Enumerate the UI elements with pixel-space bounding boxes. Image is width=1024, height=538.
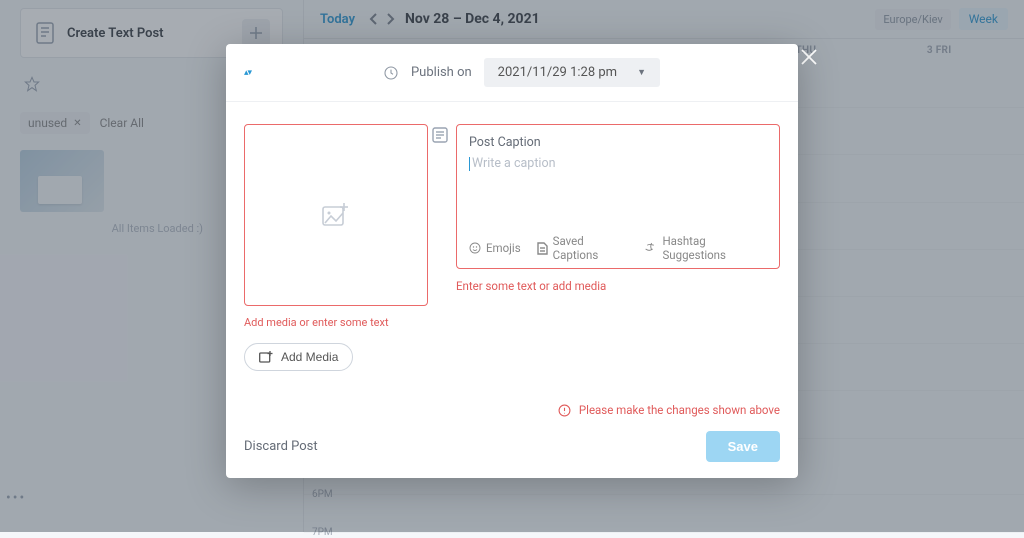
hashtag-suggestions-tool[interactable]: Hashtag Suggestions [644,234,767,262]
emojis-label: Emojis [486,241,521,255]
hashtag-icon [644,242,657,255]
modal-header: ▴▾ Publish on 2021/11/29 1:28 pm ▼ [226,44,798,102]
save-button[interactable]: Save [706,431,780,462]
modal-footer: Discard Post Save [226,417,798,478]
emojis-tool[interactable]: Emojis [469,241,521,255]
media-dropzone[interactable] [244,124,428,306]
brand-mark-icon: ▴▾ [244,68,251,78]
caption-icon [432,127,448,143]
modal-alert: Please make the changes shown above [226,375,798,417]
add-media-icon [259,351,273,363]
hashtag-suggestions-label: Hashtag Suggestions [662,234,767,262]
modal-overlay: ▴▾ Publish on 2021/11/29 1:28 pm ▼ [0,0,1024,532]
add-media-button[interactable]: Add Media [244,343,353,371]
saved-captions-icon [537,242,548,255]
clock-icon [383,65,399,81]
caption-placeholder: Write a caption [472,156,555,171]
alert-icon [558,404,571,417]
caption-input[interactable]: Write a caption [469,156,767,234]
text-cursor [469,157,470,171]
media-error-text: Add media or enter some text [244,316,428,329]
close-modal-button[interactable] [800,48,818,66]
add-media-label: Add Media [281,350,338,364]
caption-title: Post Caption [469,135,767,150]
caret-down-icon: ▼ [637,67,646,78]
compose-post-modal: ▴▾ Publish on 2021/11/29 1:28 pm ▼ [226,44,798,478]
media-column: Add media or enter some text Add Media [244,124,428,371]
modal-body: Add media or enter some text Add Media P… [226,102,798,375]
publish-on-label: Publish on [411,65,472,80]
emoji-icon [469,242,481,254]
discard-post-link[interactable]: Discard Post [244,439,318,454]
caption-toolbar: Emojis Saved Captions Hash [469,234,767,262]
alert-text: Please make the changes shown above [579,403,780,417]
publish-datetime-value: 2021/11/29 1:28 pm [498,65,617,80]
add-image-icon [322,203,350,227]
caption-column: Post Caption Write a caption Emojis [456,124,780,371]
saved-captions-label: Saved Captions [553,234,629,262]
publish-datetime-select[interactable]: 2021/11/29 1:28 pm ▼ [484,58,660,87]
caption-box[interactable]: Post Caption Write a caption Emojis [456,124,780,269]
caption-error-text: Enter some text or add media [456,279,780,293]
saved-captions-tool[interactable]: Saved Captions [537,234,629,262]
